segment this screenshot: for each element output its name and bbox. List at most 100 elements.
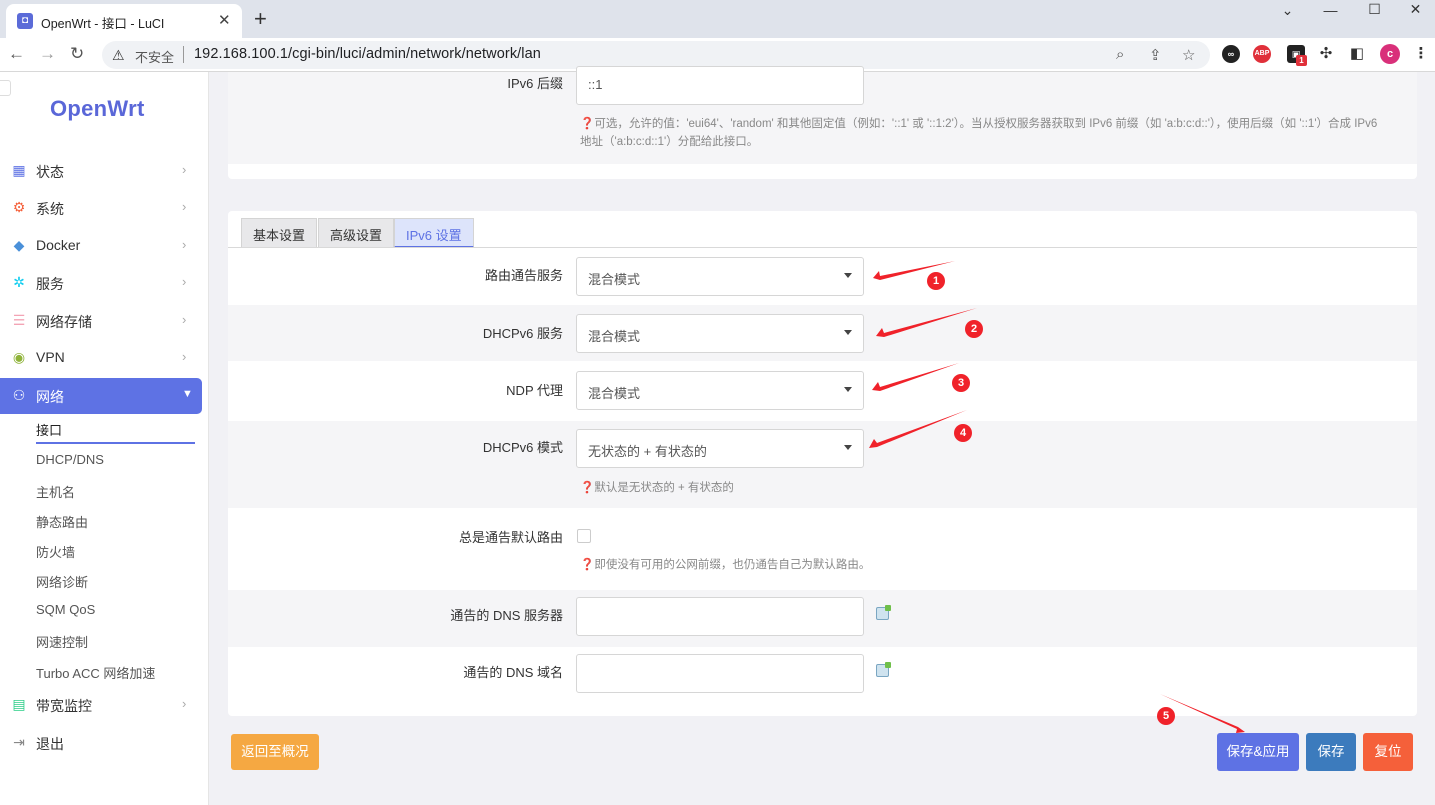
sidebar-item-vpn[interactable]: ◉ VPN ›: [0, 340, 209, 376]
chevron-right-icon: ›: [182, 312, 187, 327]
back-to-overview-button[interactable]: 返回至概况: [231, 734, 319, 770]
dashboard-icon: ▦: [12, 162, 26, 178]
sidebar-item-system[interactable]: ⚙ 系统 ›: [0, 190, 209, 226]
chevron-right-icon: ›: [182, 696, 187, 711]
vpn-icon: ◉: [12, 349, 26, 365]
submenu-speed-control[interactable]: 网速控制: [36, 632, 88, 651]
annotation-badge-3: 3: [952, 374, 970, 392]
url-text[interactable]: 192.168.100.1/cgi-bin/luci/admin/network…: [194, 46, 541, 62]
submenu-turbo-acc[interactable]: Turbo ACC 网络加速: [36, 663, 155, 682]
default-route-checkbox[interactable]: [577, 529, 591, 543]
sidebar-item-status[interactable]: ▦ 状态 ›: [0, 153, 209, 189]
save-button[interactable]: 保存: [1306, 733, 1356, 771]
forward-arrow-icon[interactable]: →: [39, 44, 56, 64]
caret-down-icon: [844, 330, 852, 335]
sidebar-item-network[interactable]: ⚇ 网络 ▼: [0, 378, 202, 414]
save-apply-button[interactable]: 保存&应用: [1217, 733, 1299, 771]
share-icon[interactable]: ⇪: [1149, 46, 1162, 64]
tab-search-icon[interactable]: ⌄: [1265, 2, 1310, 32]
dns-server-input[interactable]: [576, 597, 864, 636]
puzzle-icon[interactable]: ✣: [1317, 45, 1335, 63]
submenu-diagnostics[interactable]: 网络诊断: [36, 572, 88, 591]
submenu-dhcp-dns[interactable]: DHCP/DNS: [36, 452, 104, 467]
sidebar-item-storage[interactable]: ☰ 网络存储 ›: [0, 303, 209, 339]
chevron-right-icon: ›: [182, 274, 187, 289]
url-omnibox[interactable]: ⚠ 不安全 192.168.100.1/cgi-bin/luci/admin/n…: [102, 41, 1210, 69]
annotation-badge-5: 5: [1157, 707, 1175, 725]
dns-domain-label: 通告的 DNS 域名: [463, 665, 563, 680]
ndp-proxy-select[interactable]: 混合模式: [576, 371, 864, 410]
sidebar: OpenWrt ▦ 状态 › ⚙ 系统 › ◆ Docker › ✲ 服务 › …: [0, 72, 209, 805]
submenu-hostnames[interactable]: 主机名: [36, 482, 75, 501]
zoom-icon[interactable]: ⌕: [1116, 46, 1124, 63]
submenu-sqm-qos[interactable]: SQM QoS: [36, 602, 95, 617]
ra-service-label: 路由通告服务: [484, 268, 563, 283]
caret-down-icon: [844, 273, 852, 278]
submenu-firewall[interactable]: 防火墙: [36, 542, 75, 561]
new-tab-button[interactable]: +: [254, 6, 267, 32]
add-dns-server-icon[interactable]: [876, 605, 891, 620]
openwrt-logo[interactable]: OpenWrt: [50, 96, 145, 122]
tab-close-icon[interactable]: ✕: [218, 11, 231, 29]
tab-general-settings[interactable]: 基本设置: [241, 218, 318, 248]
tab-title: OpenWrt - 接口 - LuCI: [41, 17, 165, 31]
dns-server-label: 通告的 DNS 服务器: [450, 608, 563, 623]
sidebar-item-bandwidth[interactable]: ▤ 带宽监控 ›: [0, 687, 209, 723]
adblock-extension-icon[interactable]: ABP: [1253, 45, 1271, 63]
chevron-right-icon: ›: [182, 199, 187, 214]
tab-advanced-settings[interactable]: 高级设置: [318, 218, 395, 248]
submenu-active-indicator: [36, 442, 195, 444]
browser-tabbar: ◘ OpenWrt - 接口 - LuCI ✕ + ⌄ — ☐ ✕: [0, 0, 1435, 38]
caret-down-icon: [844, 387, 852, 392]
default-route-label: 总是通告默认路由: [458, 530, 563, 545]
logout-icon: ⇥: [13, 734, 25, 750]
tabs-divider: [228, 247, 1417, 248]
maximize-icon[interactable]: ☐: [1352, 1, 1397, 31]
omnibox-separator: [183, 46, 184, 63]
annotation-badge-1: 1: [927, 272, 945, 290]
ipv6-suffix-hint-line1: ❓可选，允许的值：'eui64'、'random' 和其他固定值（例如：'::1…: [580, 118, 1378, 130]
window-close-icon[interactable]: ✕: [1393, 1, 1435, 31]
add-dns-domain-icon[interactable]: [876, 662, 891, 677]
gear-icon: ⚙: [12, 199, 26, 215]
openwrt-favicon-icon: ◘: [17, 13, 33, 29]
default-route-hint: ❓即使没有可用的公网前缀，也仍通告自己为默认路由。: [580, 559, 871, 571]
dhcpv6-mode-select[interactable]: 无状态的 + 有状态的: [576, 429, 864, 468]
back-arrow-icon[interactable]: ←: [8, 44, 25, 64]
bookmark-star-icon[interactable]: ☆: [1182, 46, 1195, 64]
sidebar-item-logout[interactable]: ⇥ 退出: [0, 725, 209, 761]
storage-icon: ☰: [12, 312, 26, 328]
chevron-right-icon: ›: [182, 162, 187, 177]
minimize-icon[interactable]: —: [1308, 2, 1353, 32]
profile-avatar[interactable]: c: [1380, 44, 1400, 64]
sidebar-toggle[interactable]: [0, 80, 11, 96]
reload-icon[interactable]: ↻: [70, 44, 84, 64]
reset-button[interactable]: 复位: [1363, 733, 1413, 771]
submenu-interfaces[interactable]: 接口: [36, 420, 62, 439]
infinity-extension-icon[interactable]: ∞: [1222, 45, 1240, 63]
extension-badge: 1: [1296, 55, 1307, 66]
browser-tab[interactable]: ◘ OpenWrt - 接口 - LuCI ✕: [6, 4, 242, 38]
chevron-down-icon: ▼: [182, 388, 193, 400]
ra-service-select[interactable]: 混合模式: [576, 257, 864, 296]
submenu-static-routes[interactable]: 静态路由: [36, 512, 88, 531]
bandwidth-icon: ▤: [12, 696, 26, 712]
tab-ipv6-settings[interactable]: IPv6 设置: [394, 218, 474, 248]
ipv6-suffix-hint-line2: 地址（'a:b:c:d::1'）分配给此接口。: [580, 136, 759, 148]
insecure-label[interactable]: 不安全: [135, 47, 174, 66]
network-icon: ⚇: [12, 387, 26, 403]
browser-menu-icon[interactable]: ⋮: [1412, 45, 1430, 63]
sidepanel-icon[interactable]: ◧: [1348, 45, 1366, 63]
dhcpv6-service-select[interactable]: 混合模式: [576, 314, 864, 353]
docker-icon: ◆: [13, 237, 25, 253]
caret-down-icon: [844, 445, 852, 450]
dhcpv6-service-label: DHCPv6 服务: [482, 326, 563, 341]
dhcpv6-mode-label: DHCPv6 模式: [482, 440, 563, 455]
dhcpv6-mode-hint: ❓默认是无状态的 + 有状态的: [580, 482, 734, 494]
dns-domain-input[interactable]: [576, 654, 864, 693]
ipv6-suffix-input[interactable]: ::1: [576, 66, 864, 105]
sidebar-item-docker[interactable]: ◆ Docker ›: [0, 228, 209, 264]
sidebar-item-services[interactable]: ✲ 服务 ›: [0, 265, 209, 301]
warning-icon[interactable]: ⚠: [112, 47, 125, 64]
chevron-right-icon: ›: [182, 237, 187, 252]
